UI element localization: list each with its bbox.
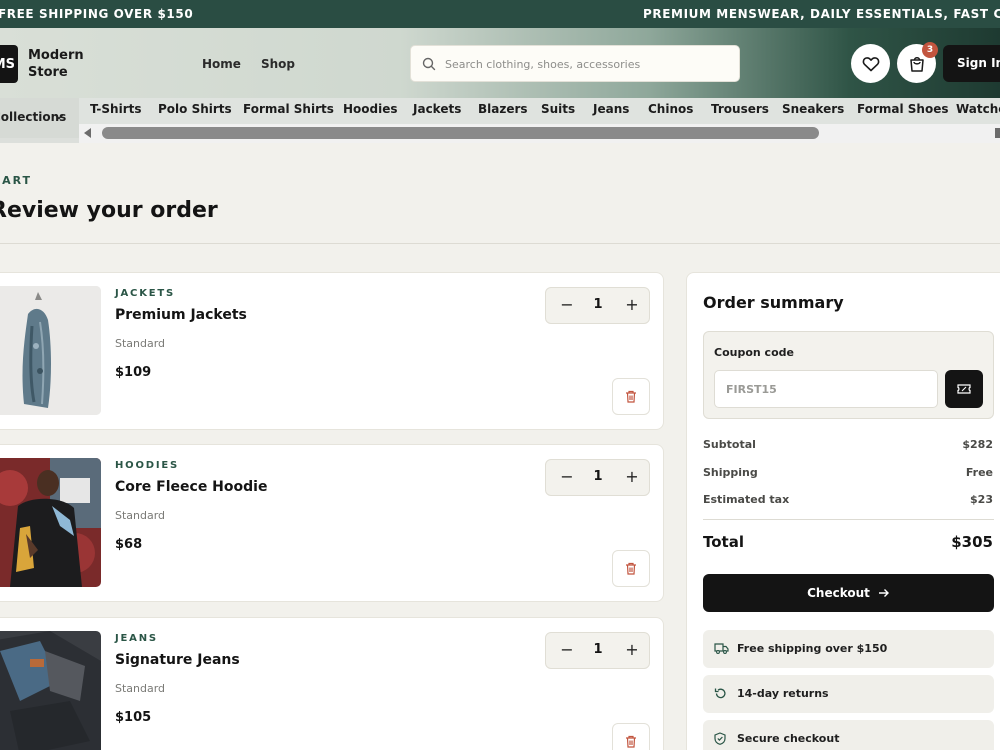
site-header: MS Modern Store Home Shop 3 Sign In (0, 28, 1000, 98)
page-title: Review your order (0, 198, 218, 223)
trash-icon (626, 562, 636, 575)
category-t-shirts[interactable]: T-Shirts (90, 102, 142, 116)
item-variant: Standard (115, 509, 166, 522)
chevron-down-icon (54, 113, 64, 120)
category-blazers[interactable]: Blazers (478, 102, 528, 116)
product-image-jacket[interactable] (0, 286, 101, 415)
increase-quantity-button[interactable]: + (619, 638, 645, 664)
perk-label: 14-day returns (737, 687, 829, 700)
item-category: HOODIES (115, 460, 180, 471)
search-input[interactable] (445, 54, 725, 74)
category-chinos[interactable]: Chinos (648, 102, 693, 116)
truck-icon (714, 643, 729, 654)
collections-dropdown[interactable]: Collections (0, 98, 79, 138)
arrow-right-icon (878, 589, 889, 597)
tax-label: Estimated tax (703, 493, 790, 506)
product-image-jeans[interactable] (0, 631, 101, 750)
category-suits[interactable]: Suits (541, 102, 575, 116)
decrease-quantity-button[interactable]: − (554, 465, 580, 491)
summary-divider (703, 519, 994, 520)
wishlist-button[interactable] (851, 44, 890, 83)
apply-coupon-button[interactable] (945, 370, 983, 408)
item-name[interactable]: Signature Jeans (115, 652, 240, 668)
product-image-hoodie[interactable] (0, 458, 101, 587)
subtotal-value: $282 (962, 438, 993, 451)
heart-icon (862, 56, 879, 71)
promo-left-text: FREE SHIPPING OVER $150 (0, 7, 194, 21)
logo-line-1: Modern (28, 48, 84, 63)
item-variant: Standard (115, 337, 166, 350)
ticket-icon (957, 384, 971, 394)
item-variant: Standard (115, 682, 166, 695)
trash-icon (626, 735, 636, 748)
item-category: JEANS (115, 633, 158, 644)
heading-divider (0, 243, 1000, 244)
item-price: $68 (115, 537, 143, 552)
scrollbar-thumb[interactable] (102, 127, 819, 139)
search-icon (422, 57, 436, 71)
remove-item-button[interactable] (612, 550, 650, 587)
coupon-label: Coupon code (714, 346, 794, 359)
category-sneakers[interactable]: Sneakers (782, 102, 844, 116)
category-trousers[interactable]: Trousers (711, 102, 769, 116)
checkout-label: Checkout (807, 586, 870, 600)
category-formal-shoes[interactable]: Formal Shoes (857, 102, 948, 116)
quantity-value: 1 (593, 642, 603, 657)
category-hoodies[interactable]: Hoodies (343, 102, 398, 116)
item-price: $105 (115, 710, 152, 725)
cart-count-badge: 3 (922, 42, 938, 58)
checkout-button[interactable]: Checkout (703, 574, 994, 612)
promo-right-text: PREMIUM MENSWEAR, DAILY ESSENTIALS, FAST… (643, 7, 1000, 21)
quantity-stepper[interactable]: − 1 + (545, 287, 650, 324)
shipping-label: Shipping (703, 466, 758, 479)
shield-check-icon (714, 732, 726, 745)
tax-value: $23 (970, 493, 993, 506)
category-formal-shirts[interactable]: Formal Shirts (243, 102, 334, 116)
nav-shop[interactable]: Shop (261, 57, 295, 71)
category-polo-shirts[interactable]: Polo Shirts (158, 102, 232, 116)
perk-returns: 14-day returns (703, 675, 994, 713)
decrease-quantity-button[interactable]: − (554, 638, 580, 664)
logo-text[interactable]: Modern Store (28, 47, 98, 81)
page-eyebrow: CART (0, 174, 33, 187)
scroll-left-arrow-icon[interactable] (84, 128, 91, 138)
increase-quantity-button[interactable]: + (619, 465, 645, 491)
total-value: $305 (951, 533, 993, 551)
logo-line-2: Store (28, 65, 68, 80)
item-category: JACKETS (115, 288, 176, 299)
quantity-value: 1 (593, 297, 603, 312)
quantity-value: 1 (593, 469, 603, 484)
shipping-value: Free (965, 466, 993, 479)
quantity-stepper[interactable]: − 1 + (545, 459, 650, 496)
scroll-right-arrow-icon[interactable] (995, 128, 1000, 138)
trash-icon (626, 390, 636, 403)
logo-mark[interactable]: MS (0, 45, 18, 83)
quantity-stepper[interactable]: − 1 + (545, 632, 650, 669)
item-name[interactable]: Core Fleece Hoodie (115, 479, 267, 495)
remove-item-button[interactable] (612, 378, 650, 415)
shopping-bag-icon (909, 56, 924, 72)
perk-secure-checkout: Secure checkout (703, 720, 994, 750)
category-jackets[interactable]: Jackets (413, 102, 461, 116)
item-name[interactable]: Premium Jackets (115, 307, 247, 323)
decrease-quantity-button[interactable]: − (554, 293, 580, 319)
order-summary-title: Order summary (703, 293, 844, 312)
promo-bar: FREE SHIPPING OVER $150 PREMIUM MENSWEAR… (0, 0, 1000, 28)
remove-item-button[interactable] (612, 723, 650, 750)
perk-label: Secure checkout (737, 732, 840, 745)
rotate-icon (714, 688, 726, 699)
nav-home[interactable]: Home (202, 57, 241, 71)
coupon-input[interactable] (714, 370, 938, 408)
search-bar[interactable] (410, 45, 740, 82)
sign-in-button[interactable]: Sign In (943, 45, 1000, 82)
total-label: Total (703, 533, 744, 551)
item-price: $109 (115, 365, 152, 380)
subtotal-label: Subtotal (703, 438, 756, 451)
category-jeans[interactable]: Jeans (593, 102, 629, 116)
category-watches[interactable]: Watches (956, 102, 1000, 116)
increase-quantity-button[interactable]: + (619, 293, 645, 319)
perk-free-shipping: Free shipping over $150 (703, 630, 994, 668)
perk-label: Free shipping over $150 (737, 642, 888, 655)
